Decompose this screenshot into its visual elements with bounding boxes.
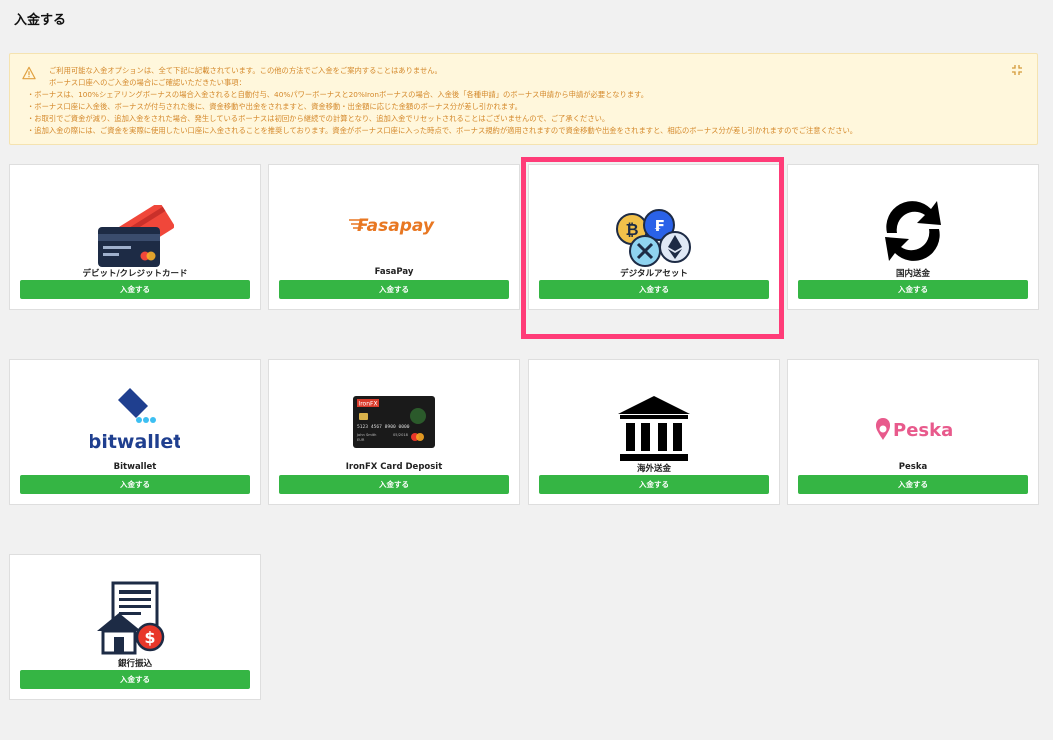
ironfx-card-currency: EUR — [357, 438, 365, 442]
method-label: IronFX Card Deposit — [345, 462, 443, 472]
deposit-card-peska: Peska Peska 入金する — [787, 359, 1039, 505]
svg-text:₣: ₣ — [654, 217, 664, 235]
deposit-card-bank-transfer: $ 銀行振込 入金する — [9, 554, 261, 700]
credit-card-icon — [98, 205, 174, 267]
deposit-button[interactable]: 入金する — [798, 280, 1028, 299]
ironfx-card-expiry: 05/2018 — [393, 433, 409, 437]
notice-line: ご利用可能な入金オプションは、全て下記に記載されています。この他の方法でご入金を… — [49, 66, 442, 75]
ironfx-card-number: 5123 4567 8900 0000 — [357, 424, 410, 430]
deposit-card-fasapay: Fasapay FasaPay 入金する — [268, 164, 520, 310]
deposit-card-overseas-transfer: 海外送金 入金する — [528, 359, 780, 505]
method-label: デジタルアセット — [620, 269, 688, 279]
deposit-button[interactable]: 入金する — [539, 475, 769, 494]
fasapay-logo-text: Fasapay — [357, 216, 435, 236]
notice-line: ・ボーナスは、100%シェアリングボーナスの場合入金されると自動付与、40%パワ… — [27, 90, 648, 100]
deposit-button[interactable]: 入金する — [539, 280, 769, 299]
method-label: FasaPay — [374, 267, 414, 277]
fasapay-logo: Fasapay — [349, 216, 435, 236]
peska-logo-text: Peska — [893, 420, 953, 441]
transfer-arrows-icon — [885, 201, 941, 261]
deposit-card-digital-asset: ₿ ₣ デジタルアセット 入金する — [528, 164, 780, 310]
bitwallet-logo-text: bitwallet — [90, 431, 180, 452]
method-label: 海外送金 — [636, 464, 671, 474]
svg-text:₿: ₿ — [625, 220, 638, 239]
deposit-button[interactable]: 入金する — [279, 280, 509, 299]
bitwallet-logo: bitwallet — [90, 388, 180, 452]
deposit-button[interactable]: 入金する — [20, 280, 250, 299]
deposit-card-bitwallet: bitwallet Bitwallet 入金する — [9, 359, 261, 505]
bank-icon — [618, 396, 690, 461]
deposit-card-debit-credit: デビット/クレジットカード 入金する — [9, 164, 261, 310]
method-label: 国内送金 — [895, 269, 930, 279]
page-title: 入金する — [14, 13, 67, 28]
notice-line: ・ボーナス口座に入金後、ボーナスが付与された後に、資金移動や出金をされますと、資… — [27, 102, 522, 112]
deposit-button[interactable]: 入金する — [798, 475, 1028, 494]
ironfx-card-icon: IronFX 5123 4567 8900 0000 John Smith EU… — [353, 396, 435, 448]
ironfx-card-name: John Smith — [356, 433, 376, 437]
svg-text:$: $ — [144, 628, 155, 647]
method-label: デビット/クレジットカード — [82, 269, 188, 279]
notice-line: ボーナス口座へのご入金の場合にご確認いただきたい事項： — [49, 78, 246, 88]
bank-transfer-document-icon: $ — [97, 581, 165, 655]
ironfx-brand-text: IronFX — [358, 401, 377, 408]
method-label: 銀行振込 — [117, 659, 152, 669]
peska-logo: Peska — [875, 418, 953, 441]
method-label: Bitwallet — [113, 462, 157, 472]
deposit-button[interactable]: 入金する — [20, 475, 250, 494]
deposit-card-ironfx: IronFX 5123 4567 8900 0000 John Smith EU… — [268, 359, 520, 505]
deposit-button[interactable]: 入金する — [279, 475, 509, 494]
notice-line: ・お取引でご資金が減り、追加入金をされた場合、発生しているボーナスは初回から継続… — [27, 114, 610, 124]
deposit-button[interactable]: 入金する — [20, 670, 250, 689]
notice-line: ・追加入金の際には、ご資金を実際に使用したい口座に入金されることを推奨しておりま… — [27, 126, 858, 136]
method-label: Peska — [898, 462, 928, 472]
deposit-notice-banner: ご利用可能な入金オプションは、全て下記に記載されています。この他の方法でご入金を… — [9, 53, 1038, 145]
collapse-icon[interactable] — [1011, 64, 1023, 76]
crypto-coins-icon: ₿ ₣ — [616, 209, 691, 267]
deposit-card-domestic-transfer: 国内送金 入金する — [787, 164, 1039, 310]
